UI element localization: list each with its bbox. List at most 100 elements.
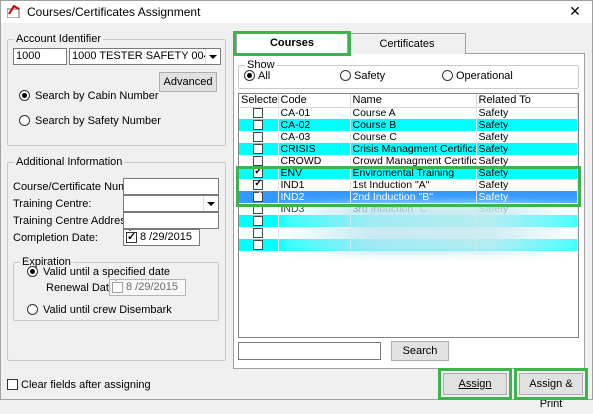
completion-date-value: 8 /29/2015 (140, 231, 192, 243)
row-checkbox[interactable] (253, 239, 264, 250)
renewal-date-picker[interactable]: 8 /29/2015 (109, 279, 186, 296)
row-name-cell: 1st Induction "A" (350, 179, 477, 191)
valid-until-date-label: Valid until a specified date (43, 266, 170, 278)
show-safety-radio[interactable] (340, 70, 351, 81)
show-operational-label: Operational (456, 70, 513, 82)
row-code-cell: CRISIS (278, 143, 351, 155)
tab-courses[interactable]: Courses (236, 32, 348, 54)
title-bar: Courses/Certificates Assignment ✕ (1, 1, 592, 23)
row-name-cell: Course A (350, 107, 477, 119)
advanced-button-label: Advanced (163, 76, 213, 88)
row-name-cell: Enviromental Training (350, 167, 477, 179)
renewal-date-label: Renewal Date: (46, 282, 119, 294)
row-code-cell: IND1 (278, 179, 351, 191)
search-safety-radio[interactable] (19, 115, 30, 126)
row-checkbox[interactable] (253, 203, 264, 214)
close-button[interactable]: ✕ (564, 2, 586, 20)
row-checkbox[interactable] (253, 155, 264, 166)
renewal-date-checkbox[interactable] (112, 282, 123, 293)
clear-fields-checkbox[interactable] (7, 379, 18, 390)
tab-certificates[interactable]: Certificates (348, 33, 466, 54)
show-all-radio[interactable] (244, 70, 255, 81)
row-select-cell (239, 179, 279, 191)
row-checkbox[interactable] (253, 179, 264, 190)
training-centre-address-label: Training Centre Address: (13, 215, 135, 227)
table-row[interactable]: ENVEnviromental TrainingSafety (239, 167, 578, 179)
assign-button[interactable]: Assign (443, 373, 507, 395)
row-code-cell: CA-03 (278, 131, 351, 143)
row-checkbox[interactable] (253, 191, 264, 202)
col-name[interactable]: Name (350, 94, 477, 108)
search-cabin-label: Search by Cabin Number (35, 90, 159, 102)
row-checkbox[interactable] (253, 227, 264, 238)
row-select-cell (239, 119, 279, 131)
row-checkbox[interactable] (253, 107, 264, 118)
table-row[interactable]: CA-02 Course B Safety (239, 119, 578, 131)
row-checkbox[interactable] (253, 143, 264, 154)
row-checkbox[interactable] (253, 215, 264, 226)
search-button[interactable]: Search (391, 341, 449, 361)
valid-until-date-radio[interactable] (27, 266, 38, 277)
tab-courses-label: Courses (269, 37, 315, 49)
valid-disembark-radio[interactable] (27, 304, 38, 315)
row-code-cell: CA-02 (278, 119, 351, 131)
row-code-cell: CA-01 (278, 107, 351, 119)
chevron-down-icon[interactable] (205, 49, 220, 64)
show-safety-label: Safety (354, 70, 386, 82)
account-combo[interactable]: 1000 TESTER SAFETY 004 (69, 48, 221, 65)
row-name-cell: Crisis Managment Certificate (350, 143, 477, 155)
row-select-cell (239, 131, 279, 143)
row-select-cell (239, 107, 279, 119)
table-row[interactable]: CA-01 Course A Safety (239, 107, 578, 119)
row-select-cell (239, 191, 279, 203)
table-row[interactable]: CRISIS Crisis Managment Certificate Safety (239, 143, 578, 155)
account-combo-value: 1000 TESTER SAFETY 004 (72, 50, 210, 62)
row-select-cell (239, 203, 279, 215)
assign-print-button-label: Assign & Print (529, 378, 573, 410)
assign-button-label: Assign (458, 378, 492, 390)
row-checkbox[interactable] (253, 131, 264, 142)
show-filter-group: Show (238, 59, 579, 89)
completion-date-checkbox[interactable] (126, 230, 137, 245)
row-name-cell: Crowd Managment Certificate (350, 155, 477, 167)
table-row[interactable]: CROWDCrowd Managment CertificateSafety (239, 155, 578, 167)
search-safety-label: Search by Safety Number (35, 115, 161, 127)
row-code-cell: ENV (278, 167, 351, 179)
row-name-cell: Course B (350, 119, 477, 131)
row-select-cell (239, 143, 279, 155)
col-related-to[interactable]: Related To (476, 94, 578, 108)
completion-date-picker[interactable]: 8 /29/2015 (123, 229, 200, 246)
assign-print-button[interactable]: Assign & Print (519, 373, 583, 410)
course-number-input[interactable] (123, 178, 219, 195)
search-button-label: Search (402, 345, 438, 357)
row-related-cell: Safety (476, 179, 578, 191)
training-centre-combo[interactable] (123, 195, 219, 212)
col-code[interactable]: Code (278, 94, 351, 108)
row-select-cell (239, 167, 279, 179)
tab-certificates-label: Certificates (379, 38, 435, 50)
row-select-cell (239, 239, 279, 251)
search-cabin-radio[interactable] (19, 90, 30, 101)
clear-fields-label: Clear fields after assigning (21, 379, 151, 391)
assignment-window: Courses/Certificates Assignment ✕ Accoun… (0, 0, 593, 410)
row-checkbox[interactable] (253, 119, 264, 130)
account-id-field[interactable]: 1000 (13, 48, 67, 65)
show-operational-radio[interactable] (442, 70, 453, 81)
advanced-button[interactable]: Advanced (159, 72, 217, 92)
search-input[interactable] (238, 342, 381, 360)
table-row[interactable]: IND11st Induction "A"Safety (239, 179, 578, 191)
row-name-cell: Course C (350, 131, 477, 143)
show-all-label: All (258, 70, 271, 82)
table-row[interactable]: CA-03 Course C Safety (239, 131, 578, 143)
additional-info-legend: Additional Information (16, 156, 123, 168)
training-centre-address-input[interactable] (123, 212, 219, 229)
row-related-cell: Safety (476, 167, 578, 179)
redacted-region (281, 202, 579, 254)
row-select-cell (239, 155, 279, 167)
row-code-cell: CROWD (278, 155, 351, 167)
row-checkbox[interactable] (253, 167, 264, 178)
training-centre-label: Training Centre: (13, 198, 92, 210)
chevron-down-icon[interactable] (203, 196, 218, 211)
account-identifier-legend: Account Identifier (16, 33, 101, 45)
col-selected[interactable]: Selected (239, 94, 279, 108)
